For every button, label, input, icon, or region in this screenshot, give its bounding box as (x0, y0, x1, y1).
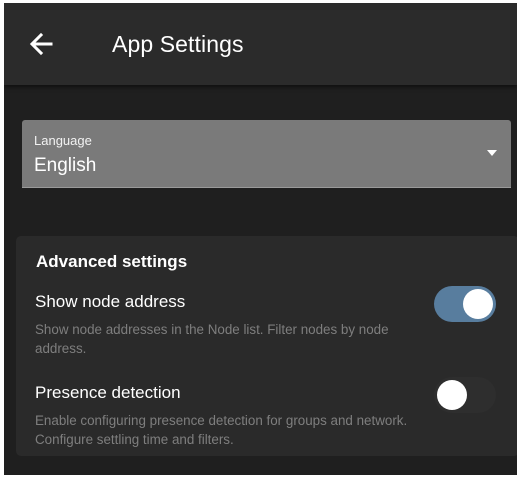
app-settings-screen: App Settings Language English Advanced s… (4, 3, 517, 475)
advanced-settings-card: Advanced settings Show node address Show… (16, 236, 517, 456)
arrow-left-icon (29, 32, 53, 56)
show-node-address-toggle[interactable] (434, 286, 496, 322)
presence-detection-toggle-knob (437, 380, 467, 410)
show-node-address-title: Show node address (35, 292, 186, 311)
show-node-address-description: Show node addresses in the Node list. Fi… (35, 322, 389, 356)
app-bar: App Settings (4, 3, 517, 85)
advanced-settings-title: Advanced settings (36, 252, 188, 271)
language-select-label: Language (34, 133, 92, 148)
presence-detection-toggle[interactable] (434, 377, 496, 413)
dropdown-arrow-icon[interactable] (487, 150, 497, 156)
presence-detection-title: Presence detection (35, 383, 181, 402)
page-title: App Settings (112, 31, 244, 57)
language-select[interactable]: Language English (22, 120, 511, 188)
language-select-value: English (34, 155, 97, 176)
show-node-address-toggle-knob (463, 289, 493, 319)
back-button[interactable] (26, 29, 56, 59)
presence-detection-description: Enable configuring presence detection fo… (35, 413, 408, 447)
